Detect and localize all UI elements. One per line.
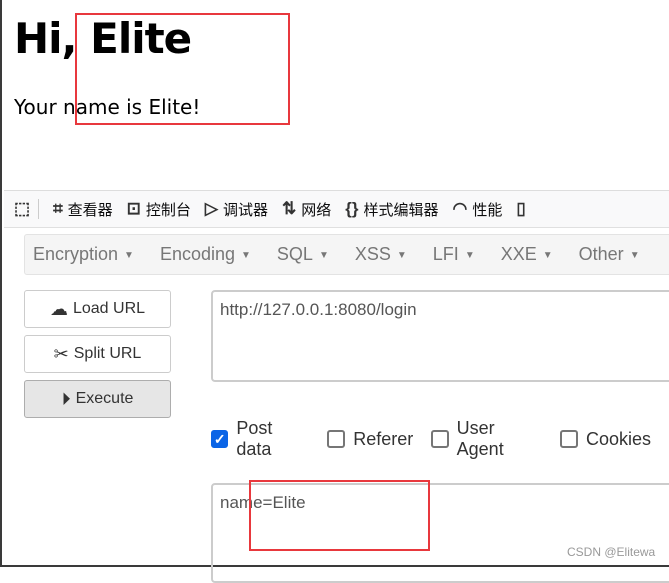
menu-label: LFI [432, 244, 459, 264]
tab-network[interactable]: ⇅ 网络 [282, 199, 331, 220]
menu-label: Encryption [33, 244, 119, 264]
user-agent-checkbox[interactable]: User Agent [431, 418, 542, 460]
tab-memory[interactable]: ▯ [516, 199, 525, 219]
debugger-icon: ▷ [204, 199, 218, 218]
tab-performance[interactable]: ◠ 性能 [453, 199, 503, 220]
tab-debugger[interactable]: ▷ 调试器 [205, 199, 268, 220]
tab-console[interactable]: ⊡ 控制台 [127, 199, 191, 220]
menu-label: XSS [354, 244, 391, 264]
scissors-icon: ✂ [53, 343, 69, 364]
url-input[interactable]: http://127.0.0.1:8080/login [211, 290, 669, 382]
checkmark-icon: ✓ [211, 430, 229, 448]
tab-label: 调试器 [223, 201, 269, 219]
menu-xxe[interactable]: XXE ▼ [501, 244, 553, 265]
caret-down-icon: ▼ [629, 249, 640, 261]
checkbox-label: User Agent [456, 418, 504, 459]
network-icon: ⇅ [282, 199, 297, 218]
checkbox-label: Cookies [585, 428, 651, 449]
menu-label: Other [578, 244, 624, 264]
cloud-download-icon: ☁ [49, 298, 68, 319]
options-row: ✓ Post data Referer User Agent Cookies [211, 418, 669, 460]
load-url-button[interactable]: ☁ Load URL [24, 290, 171, 328]
caret-down-icon: ▼ [464, 249, 475, 261]
menu-encoding[interactable]: Encoding ▼ [160, 244, 251, 265]
play-circle-icon: ⏵ [61, 388, 71, 409]
menu-label: SQL [276, 244, 313, 264]
caret-down-icon: ▼ [542, 249, 553, 261]
inspector-icon: ⌗ [53, 199, 63, 218]
highlight-box [249, 480, 430, 551]
pick-element-button[interactable]: ⬚ [14, 199, 40, 219]
checkbox-box [559, 430, 578, 448]
memory-icon: ▯ [516, 199, 526, 218]
post-data-checkbox[interactable]: ✓ Post data [211, 418, 309, 460]
button-label: Load URL [72, 300, 146, 317]
cookies-checkbox[interactable]: Cookies [559, 428, 651, 450]
caret-down-icon: ▼ [318, 249, 329, 261]
console-icon: ⊡ [126, 199, 141, 218]
menu-xss[interactable]: XSS ▼ [355, 244, 407, 265]
tab-label: 网络 [301, 201, 332, 219]
tab-label: 样式编辑器 [363, 201, 439, 219]
split-url-button[interactable]: ✂ Split URL [24, 335, 171, 373]
caret-down-icon: ▼ [124, 249, 134, 261]
execute-button[interactable]: ⏵ Execute [24, 380, 171, 418]
highlight-box [75, 13, 290, 125]
tab-label: 控制台 [145, 201, 191, 219]
checkbox-label: Referer [353, 428, 414, 449]
devtools-toolbar: ⬚ ⌗ 查看器 ⊡ 控制台 ▷ 调试器 ⇅ 网络 {} 样式编辑器 ◠ 性能 ▯ [4, 190, 669, 228]
checkbox-box [431, 430, 449, 448]
style-editor-icon: {} [345, 199, 359, 218]
tab-label: 查看器 [67, 201, 113, 219]
menu-label: Encoding [159, 244, 236, 264]
button-label: Split URL [73, 345, 142, 362]
checkbox-label: Post data [236, 418, 273, 459]
menu-lfi[interactable]: LFI ▼ [433, 244, 475, 265]
pick-element-icon: ⬚ [14, 199, 31, 218]
caret-down-icon: ▼ [241, 249, 251, 261]
caret-down-icon: ▼ [396, 249, 407, 261]
performance-icon: ◠ [452, 199, 468, 218]
menu-encryption[interactable]: Encryption ▼ [33, 244, 134, 265]
menu-sql[interactable]: SQL ▼ [277, 244, 329, 265]
tab-style-editor[interactable]: {} 样式编辑器 [345, 199, 438, 220]
referer-checkbox[interactable]: Referer [327, 429, 413, 450]
menu-other[interactable]: Other ▼ [579, 244, 640, 265]
button-label: Execute [75, 390, 134, 407]
tab-label: 性能 [472, 201, 503, 219]
hackbar-menu: Encryption ▼ Encoding ▼ SQL ▼ XSS ▼ LFI ▼ XXE… [24, 234, 669, 275]
tab-inspector[interactable]: ⌗ 查看器 [53, 199, 113, 220]
checkbox-box [327, 430, 346, 448]
menu-label: XXE [500, 244, 537, 264]
watermark: CSDN @Elitewa [567, 545, 656, 559]
